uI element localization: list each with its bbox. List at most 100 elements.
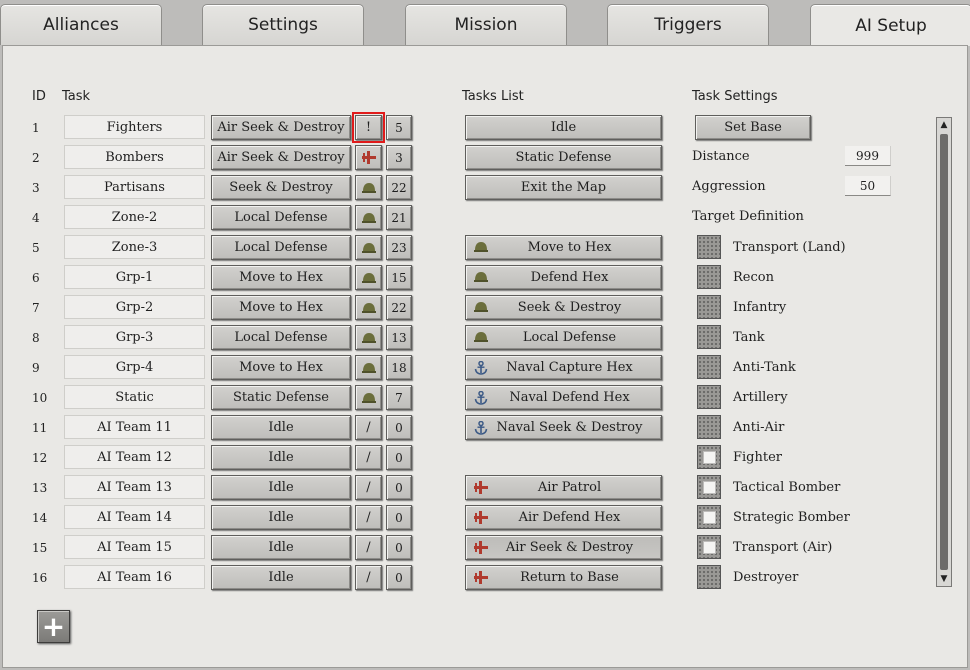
team-task-button[interactable]: Idle (211, 505, 351, 530)
team-unit-count[interactable]: 7 (386, 385, 412, 410)
team-icon-button[interactable] (355, 205, 382, 230)
team-task-button[interactable]: Air Seek & Destroy (211, 115, 351, 140)
target-checkbox[interactable] (697, 385, 721, 409)
team-unit-count[interactable]: 0 (386, 445, 412, 470)
target-checkbox[interactable] (697, 475, 721, 499)
target-checkbox[interactable] (697, 355, 721, 379)
team-name-field[interactable]: AI Team 13 (64, 475, 205, 499)
team-icon-button[interactable] (355, 265, 382, 290)
team-task-button[interactable]: Local Defense (211, 325, 351, 350)
team-name-field[interactable]: Partisans (64, 175, 205, 199)
tab-alliances[interactable]: Alliances (0, 4, 162, 45)
target-checkbox[interactable] (697, 235, 721, 259)
team-name-field[interactable]: AI Team 11 (64, 415, 205, 439)
team-task-button[interactable]: Idle (211, 445, 351, 470)
team-unit-count[interactable]: 13 (386, 325, 412, 350)
team-icon-button[interactable]: / (355, 505, 382, 530)
team-unit-count[interactable]: 3 (386, 145, 412, 170)
team-icon-button[interactable]: ! (352, 112, 385, 143)
task-option-button[interactable]: Idle (465, 115, 662, 140)
team-name-field[interactable]: Grp-4 (64, 355, 205, 379)
scroll-thumb[interactable] (940, 134, 948, 570)
team-unit-count[interactable]: 21 (386, 205, 412, 230)
team-icon-button[interactable]: / (355, 565, 382, 590)
team-task-button[interactable]: Idle (211, 535, 351, 560)
task-option-button[interactable]: Naval Seek & Destroy (465, 415, 662, 440)
scroll-down-icon[interactable]: ▼ (937, 572, 951, 586)
team-name-field[interactable]: AI Team 16 (64, 565, 205, 589)
target-checkbox[interactable] (697, 265, 721, 289)
task-option-button[interactable]: Exit the Map (465, 175, 662, 200)
target-checkbox[interactable] (697, 505, 721, 529)
team-name-field[interactable]: Fighters (64, 115, 205, 139)
team-unit-count[interactable]: 0 (386, 565, 412, 590)
team-icon-button[interactable]: / (355, 475, 382, 500)
team-task-button[interactable]: Idle (211, 565, 351, 590)
target-checkbox[interactable] (697, 565, 721, 589)
team-name-field[interactable]: Zone-2 (64, 205, 205, 229)
team-icon-button[interactable] (355, 355, 382, 380)
team-task-button[interactable]: Move to Hex (211, 265, 351, 290)
tab-triggers[interactable]: Triggers (607, 4, 769, 45)
task-option-button[interactable]: Air Defend Hex (465, 505, 662, 530)
task-option-button[interactable]: Naval Capture Hex (465, 355, 662, 380)
team-name-field[interactable]: AI Team 12 (64, 445, 205, 469)
target-checkbox[interactable] (697, 445, 721, 469)
task-option-button[interactable]: Move to Hex (465, 235, 662, 260)
team-task-button[interactable]: Air Seek & Destroy (211, 145, 351, 170)
team-unit-count[interactable]: 18 (386, 355, 412, 380)
team-name-field[interactable]: Grp-2 (64, 295, 205, 319)
team-name-field[interactable]: Zone-3 (64, 235, 205, 259)
aggression-field[interactable]: 50 (845, 176, 891, 196)
target-checkbox[interactable] (697, 535, 721, 559)
team-unit-count[interactable]: 0 (386, 505, 412, 530)
team-unit-count[interactable]: 23 (386, 235, 412, 260)
target-checkbox[interactable] (697, 415, 721, 439)
team-unit-count[interactable]: 15 (386, 265, 412, 290)
task-option-button[interactable]: Seek & Destroy (465, 295, 662, 320)
team-unit-count[interactable]: 22 (386, 295, 412, 320)
target-checkbox[interactable] (697, 295, 721, 319)
team-icon-button[interactable]: / (355, 535, 382, 560)
task-option-button[interactable]: Defend Hex (465, 265, 662, 290)
settings-scrollbar[interactable]: ▲ ▼ (936, 117, 952, 587)
task-option-button[interactable]: Air Patrol (465, 475, 662, 500)
team-icon-button[interactable] (355, 175, 382, 200)
task-option-button[interactable]: Air Seek & Destroy (465, 535, 662, 560)
team-icon-button[interactable] (355, 385, 382, 410)
team-icon-button[interactable] (355, 325, 382, 350)
set-base-button[interactable]: Set Base (695, 115, 811, 140)
team-task-button[interactable]: Idle (211, 475, 351, 500)
team-name-field[interactable]: Grp-3 (64, 325, 205, 349)
team-task-button[interactable]: Seek & Destroy (211, 175, 351, 200)
team-icon-button[interactable] (355, 145, 382, 170)
tab-mission[interactable]: Mission (405, 4, 567, 45)
team-task-button[interactable]: Static Defense (211, 385, 351, 410)
team-task-button[interactable]: Local Defense (211, 205, 351, 230)
team-name-field[interactable]: AI Team 15 (64, 535, 205, 559)
team-name-field[interactable]: Bombers (64, 145, 205, 169)
target-checkbox[interactable] (697, 325, 721, 349)
team-unit-count[interactable]: 0 (386, 535, 412, 560)
team-icon-button[interactable] (355, 295, 382, 320)
tab-ai-setup[interactable]: AI Setup (810, 4, 970, 46)
scroll-up-icon[interactable]: ▲ (937, 118, 951, 132)
team-unit-count[interactable]: 22 (386, 175, 412, 200)
team-unit-count[interactable]: 0 (386, 415, 412, 440)
team-task-button[interactable]: Move to Hex (211, 295, 351, 320)
team-name-field[interactable]: AI Team 14 (64, 505, 205, 529)
team-name-field[interactable]: Grp-1 (64, 265, 205, 289)
team-icon-button[interactable]: / (355, 415, 382, 440)
distance-field[interactable]: 999 (845, 146, 891, 166)
task-option-button[interactable]: Local Defense (465, 325, 662, 350)
team-icon-button[interactable]: / (355, 445, 382, 470)
add-team-button[interactable]: + (37, 610, 70, 643)
task-option-button[interactable]: Static Defense (465, 145, 662, 170)
team-task-button[interactable]: Idle (211, 415, 351, 440)
team-name-field[interactable]: Static (64, 385, 205, 409)
team-task-button[interactable]: Move to Hex (211, 355, 351, 380)
tab-settings[interactable]: Settings (202, 4, 364, 45)
team-task-button[interactable]: Local Defense (211, 235, 351, 260)
team-unit-count[interactable]: 5 (386, 115, 412, 140)
task-option-button[interactable]: Naval Defend Hex (465, 385, 662, 410)
